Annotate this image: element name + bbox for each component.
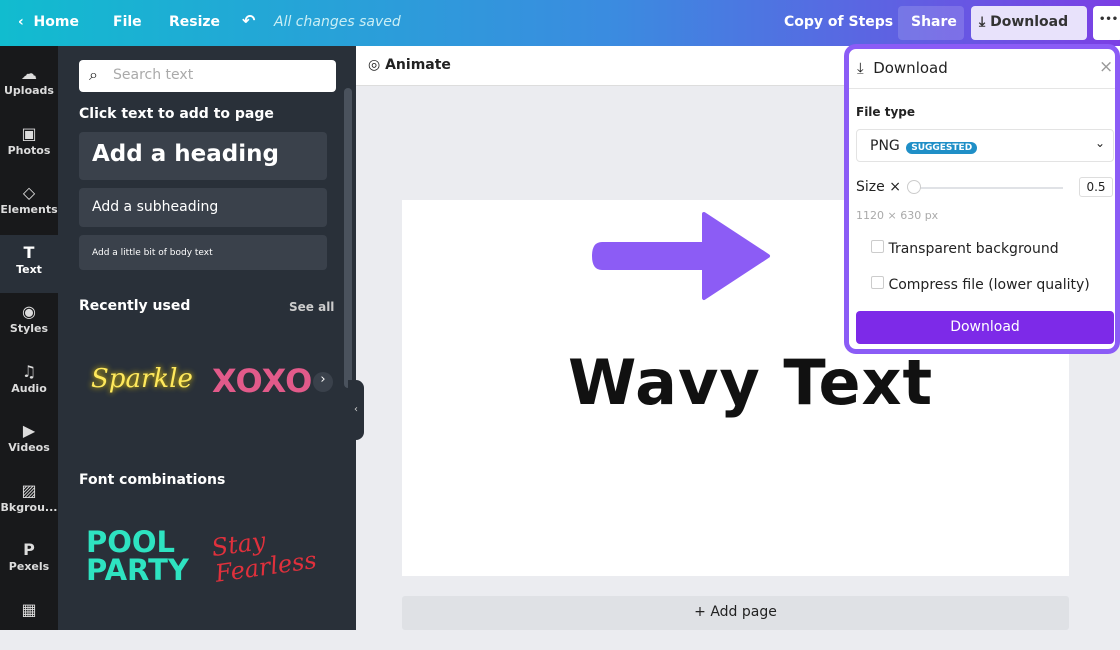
font-combinations-heading: Font combinations [79, 472, 226, 488]
back-home-button[interactable]: ‹ Home [18, 14, 79, 30]
animate-icon: ◎ [368, 57, 381, 73]
rail-label: Uploads [4, 84, 54, 97]
download-panel-title: ⤓ Download [857, 59, 948, 77]
download-button[interactable]: ⤓ Download [971, 6, 1087, 40]
rail-item-audio[interactable]: ♫ Audio [0, 354, 58, 412]
rail-icon: ▶ [22, 421, 36, 440]
file-menu[interactable]: File [113, 14, 142, 30]
file-type-value: PNG [870, 138, 900, 154]
rail-label: Videos [8, 441, 50, 454]
size-label: Size × [856, 179, 901, 195]
rail-label: Bkgrou... [0, 500, 58, 514]
click-text-heading: Click text to add to page [79, 106, 274, 122]
rail-label: Styles [9, 322, 49, 335]
file-type-select[interactable]: PNG SUGGESTED ⌄ [856, 129, 1114, 162]
add-body-text-button[interactable]: Add a little bit of body text [79, 235, 327, 270]
rail-item-more[interactable]: ▦ [0, 592, 58, 650]
transparent-checkbox[interactable] [871, 240, 884, 253]
text-panel: ⌕ Search text Click text to add to page A… [58, 46, 356, 630]
rail-icon: ▦ [21, 599, 37, 619]
rail-item-pexels[interactable]: P Pexels [0, 532, 58, 590]
compress-file-option[interactable]: Compress file (lower quality) [871, 276, 1090, 293]
rail-label: Elements [0, 203, 58, 216]
add-subheading-button[interactable]: Add a subheading [79, 188, 327, 227]
rail-item-videos[interactable]: ▶ Videos [0, 413, 58, 471]
rail-icon: ◇ [22, 183, 36, 202]
arrow-shape[interactable] [592, 210, 772, 302]
size-slider-handle[interactable] [907, 180, 921, 194]
rail-icon: ☁ [21, 64, 37, 83]
suggested-badge: SUGGESTED [906, 142, 978, 154]
recent-item-sparkle[interactable]: Sparkle [91, 364, 193, 394]
rail-label: Audio [11, 381, 47, 395]
recent-item-xoxo[interactable]: XOXO [212, 362, 327, 400]
divider [849, 88, 1115, 89]
download-panel: ⤓ Download × File type PNG SUGGESTED ⌄ S… [844, 44, 1120, 354]
share-button[interactable]: Share [898, 6, 964, 40]
combo-item-pool-party[interactable]: POOL PARTY [86, 528, 206, 585]
add-heading-button[interactable]: Add a heading [79, 132, 327, 180]
compress-checkbox[interactable] [871, 276, 884, 289]
resize-button[interactable]: Resize [169, 14, 220, 30]
rail-icon: ◉ [22, 302, 36, 321]
search-placeholder: Search text [113, 67, 194, 83]
undo-icon[interactable]: ↶ [242, 11, 255, 30]
rail-icon: ▣ [21, 123, 37, 143]
transparent-background-option[interactable]: Transparent background [871, 240, 1059, 257]
download-icon: ⤓ [857, 59, 864, 77]
rail-label: Text [16, 262, 42, 276]
rail-icon: T [23, 242, 35, 262]
rail-label: Pexels [8, 560, 50, 573]
animate-label: Animate [385, 57, 451, 73]
file-type-label: File type [856, 105, 916, 119]
dimensions-text: 1120 × 630 px [856, 209, 939, 222]
wavy-text[interactable]: Wavy Text [568, 346, 933, 419]
download-confirm-button[interactable]: Download [856, 311, 1114, 344]
side-rail: ☁ Uploads ▣ Photos ◇ Elements T Text ◉ Styles ♫ Aud… [0, 46, 58, 630]
design-title[interactable]: Copy of Steps [784, 14, 893, 30]
rail-icon: P [23, 540, 35, 559]
rail-item-elements[interactable]: ◇ Elements [0, 175, 58, 233]
rail-item-styles[interactable]: ◉ Styles [0, 294, 58, 352]
rail-label: Photos [7, 143, 51, 157]
rail-item-uploads[interactable]: ☁ Uploads [0, 56, 58, 114]
recently-used-heading: Recently used [79, 298, 191, 314]
add-page-button[interactable]: + Add page [402, 596, 1069, 630]
rail-item-text[interactable]: T Text [0, 234, 58, 293]
top-bar: ‹ Home File Resize ↶ All changes saved C… [0, 0, 1120, 46]
chevron-down-icon: ⌄ [1094, 136, 1105, 150]
search-input[interactable]: ⌕ Search text [79, 60, 336, 92]
save-status: All changes saved [274, 14, 401, 30]
size-slider[interactable] [915, 187, 1063, 189]
rail-item-photos[interactable]: ▣ Photos [0, 116, 58, 174]
rail-item-bkgrou[interactable]: ▨ Bkgrou... [0, 473, 58, 531]
panel-scrollbar[interactable] [344, 88, 352, 388]
combo-item-stay-fearless[interactable]: Stay Fearless [210, 517, 346, 588]
more-button[interactable]: ••• [1093, 6, 1120, 40]
next-arrow-icon[interactable]: › [313, 372, 333, 392]
rail-icon: ♫ [21, 361, 37, 381]
search-icon: ⌕ [89, 65, 98, 84]
close-icon[interactable]: × [1099, 57, 1113, 77]
rail-icon: ▨ [21, 480, 37, 500]
download-icon: ⤓ [979, 14, 986, 30]
see-all-link[interactable]: See all [289, 300, 334, 314]
animate-button[interactable]: ◎ Animate [368, 57, 451, 73]
collapse-panel-button[interactable]: ‹ [348, 380, 364, 440]
size-input[interactable]: 0.5 [1079, 177, 1113, 197]
